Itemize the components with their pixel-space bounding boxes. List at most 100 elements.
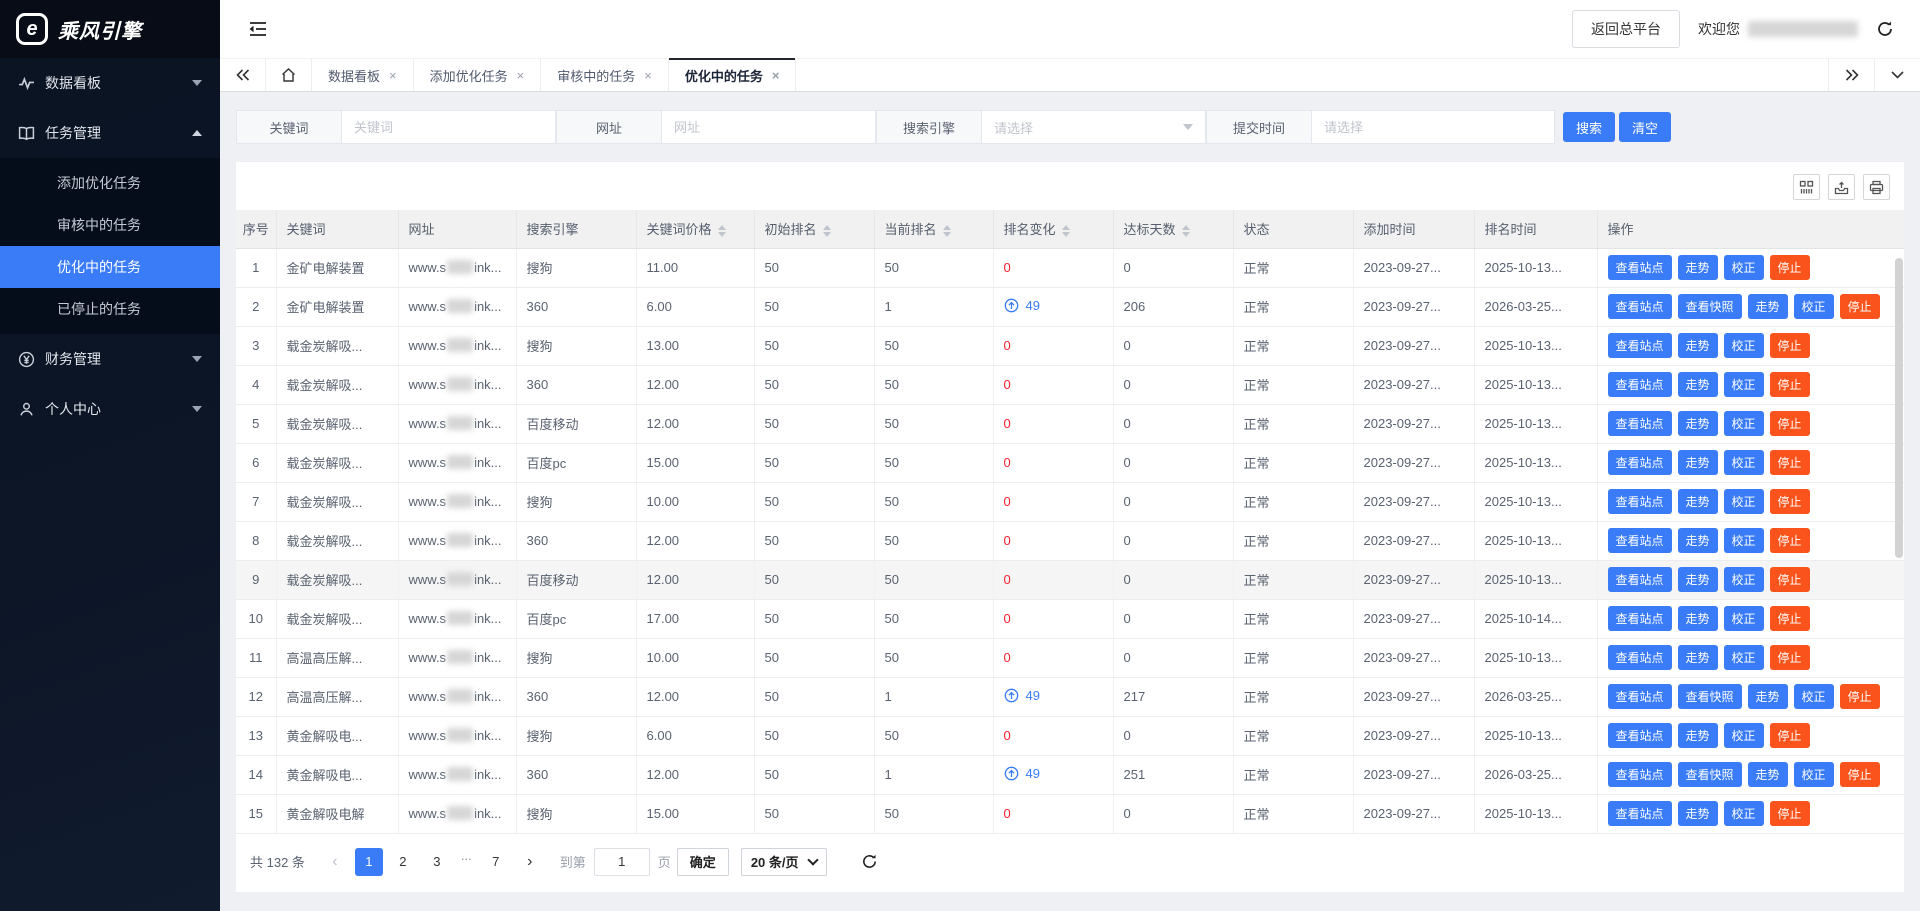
view-site-button[interactable]: 查看站点: [1608, 294, 1672, 319]
trend-button[interactable]: 走势: [1678, 372, 1718, 397]
view-snapshot-button[interactable]: 查看快照: [1678, 762, 1742, 787]
trend-button[interactable]: 走势: [1678, 567, 1718, 592]
tab-optimizing-tasks[interactable]: 优化中的任务×: [669, 59, 797, 91]
correct-button[interactable]: 校正: [1724, 372, 1764, 397]
stop-button[interactable]: 停止: [1770, 606, 1810, 631]
tab-reviewing-tasks[interactable]: 审核中的任务×: [541, 59, 669, 91]
trend-button[interactable]: 走势: [1748, 294, 1788, 319]
view-snapshot-button[interactable]: 查看快照: [1678, 294, 1742, 319]
view-site-button[interactable]: 查看站点: [1608, 606, 1672, 631]
close-icon[interactable]: ×: [517, 68, 525, 83]
stop-button[interactable]: 停止: [1770, 333, 1810, 358]
confirm-button[interactable]: 确定: [677, 848, 729, 876]
correct-button[interactable]: 校正: [1724, 489, 1764, 514]
column-header[interactable]: 初始排名: [754, 210, 874, 248]
view-site-button[interactable]: 查看站点: [1608, 372, 1672, 397]
sidebar-item-stopped-tasks[interactable]: 已停止的任务: [0, 288, 220, 330]
stop-button[interactable]: 停止: [1770, 801, 1810, 826]
search-button[interactable]: 搜索: [1563, 112, 1615, 142]
sidebar-item-tasks[interactable]: 任务管理: [0, 108, 220, 158]
tabs-scroll-left-icon[interactable]: [220, 59, 266, 91]
page-button[interactable]: 1: [355, 848, 383, 876]
column-header[interactable]: 达标天数: [1113, 210, 1233, 248]
stop-button[interactable]: 停止: [1840, 762, 1880, 787]
stop-button[interactable]: 停止: [1770, 528, 1810, 553]
sort-icon[interactable]: [1182, 225, 1190, 237]
correct-button[interactable]: 校正: [1724, 333, 1764, 358]
engine-select[interactable]: 请选择: [981, 110, 1206, 144]
trend-button[interactable]: 走势: [1678, 528, 1718, 553]
stop-button[interactable]: 停止: [1770, 489, 1810, 514]
trend-button[interactable]: 走势: [1678, 645, 1718, 670]
view-site-button[interactable]: 查看站点: [1608, 528, 1672, 553]
stop-button[interactable]: 停止: [1770, 411, 1810, 436]
trend-button[interactable]: 走势: [1678, 255, 1718, 280]
view-site-button[interactable]: 查看站点: [1608, 723, 1672, 748]
sidebar-item-add-task[interactable]: 添加优化任务: [0, 162, 220, 204]
clear-button[interactable]: 清空: [1619, 112, 1671, 142]
stop-button[interactable]: 停止: [1840, 294, 1880, 319]
table-scrollbar[interactable]: [1895, 258, 1903, 843]
correct-button[interactable]: 校正: [1724, 255, 1764, 280]
view-site-button[interactable]: 查看站点: [1608, 489, 1672, 514]
correct-button[interactable]: 校正: [1724, 801, 1764, 826]
close-icon[interactable]: ×: [772, 68, 780, 83]
page-size-select[interactable]: 20 条/页: [741, 848, 827, 876]
print-icon[interactable]: [1863, 174, 1890, 200]
stop-button[interactable]: 停止: [1770, 723, 1810, 748]
view-site-button[interactable]: 查看站点: [1608, 684, 1672, 709]
sidebar-item-reviewing-tasks[interactable]: 审核中的任务: [0, 204, 220, 246]
correct-button[interactable]: 校正: [1724, 567, 1764, 592]
correct-button[interactable]: 校正: [1794, 762, 1834, 787]
stop-button[interactable]: 停止: [1840, 684, 1880, 709]
column-header[interactable]: 排名变化: [993, 210, 1113, 248]
tabs-scroll-right-icon[interactable]: [1828, 59, 1874, 91]
tab-dashboard[interactable]: 数据看板×: [312, 59, 414, 91]
tabs-menu-chevron-icon[interactable]: [1874, 59, 1920, 91]
column-settings-icon[interactable]: [1793, 174, 1820, 200]
trend-button[interactable]: 走势: [1678, 450, 1718, 475]
close-icon[interactable]: ×: [389, 68, 397, 83]
sidebar-item-dashboard[interactable]: 数据看板: [0, 58, 220, 108]
view-site-button[interactable]: 查看站点: [1608, 255, 1672, 280]
view-site-button[interactable]: 查看站点: [1608, 762, 1672, 787]
view-site-button[interactable]: 查看站点: [1608, 411, 1672, 436]
close-icon[interactable]: ×: [644, 68, 652, 83]
sort-icon[interactable]: [823, 225, 831, 237]
trend-button[interactable]: 走势: [1678, 723, 1718, 748]
keyword-input[interactable]: [341, 110, 556, 144]
sort-icon[interactable]: [1062, 225, 1070, 237]
correct-button[interactable]: 校正: [1794, 684, 1834, 709]
refresh-icon[interactable]: [1876, 20, 1894, 38]
next-page-icon[interactable]: ›: [516, 848, 544, 876]
sort-icon[interactable]: [943, 225, 951, 237]
view-site-button[interactable]: 查看站点: [1608, 333, 1672, 358]
reload-icon[interactable]: [861, 853, 878, 870]
trend-button[interactable]: 走势: [1678, 489, 1718, 514]
page-button[interactable]: 7: [482, 848, 510, 876]
sidebar-item-finance[interactable]: 财务管理: [0, 334, 220, 384]
trend-button[interactable]: 走势: [1678, 606, 1718, 631]
view-site-button[interactable]: 查看站点: [1608, 645, 1672, 670]
trend-button[interactable]: 走势: [1678, 411, 1718, 436]
correct-button[interactable]: 校正: [1794, 294, 1834, 319]
stop-button[interactable]: 停止: [1770, 450, 1810, 475]
trend-button[interactable]: 走势: [1678, 333, 1718, 358]
sort-icon[interactable]: [718, 225, 726, 237]
correct-button[interactable]: 校正: [1724, 606, 1764, 631]
view-snapshot-button[interactable]: 查看快照: [1678, 684, 1742, 709]
collapse-sidebar-icon[interactable]: [248, 20, 268, 38]
trend-button[interactable]: 走势: [1678, 801, 1718, 826]
return-platform-button[interactable]: 返回总平台: [1572, 10, 1680, 48]
prev-page-icon[interactable]: ‹: [321, 848, 349, 876]
export-icon[interactable]: [1828, 174, 1855, 200]
view-site-button[interactable]: 查看站点: [1608, 450, 1672, 475]
column-header[interactable]: 关键词价格: [636, 210, 754, 248]
trend-button[interactable]: 走势: [1748, 684, 1788, 709]
correct-button[interactable]: 校正: [1724, 645, 1764, 670]
stop-button[interactable]: 停止: [1770, 567, 1810, 592]
submit-time-input[interactable]: [1311, 110, 1555, 144]
correct-button[interactable]: 校正: [1724, 528, 1764, 553]
sidebar-item-profile[interactable]: 个人中心: [0, 384, 220, 434]
page-button[interactable]: 3: [423, 848, 451, 876]
